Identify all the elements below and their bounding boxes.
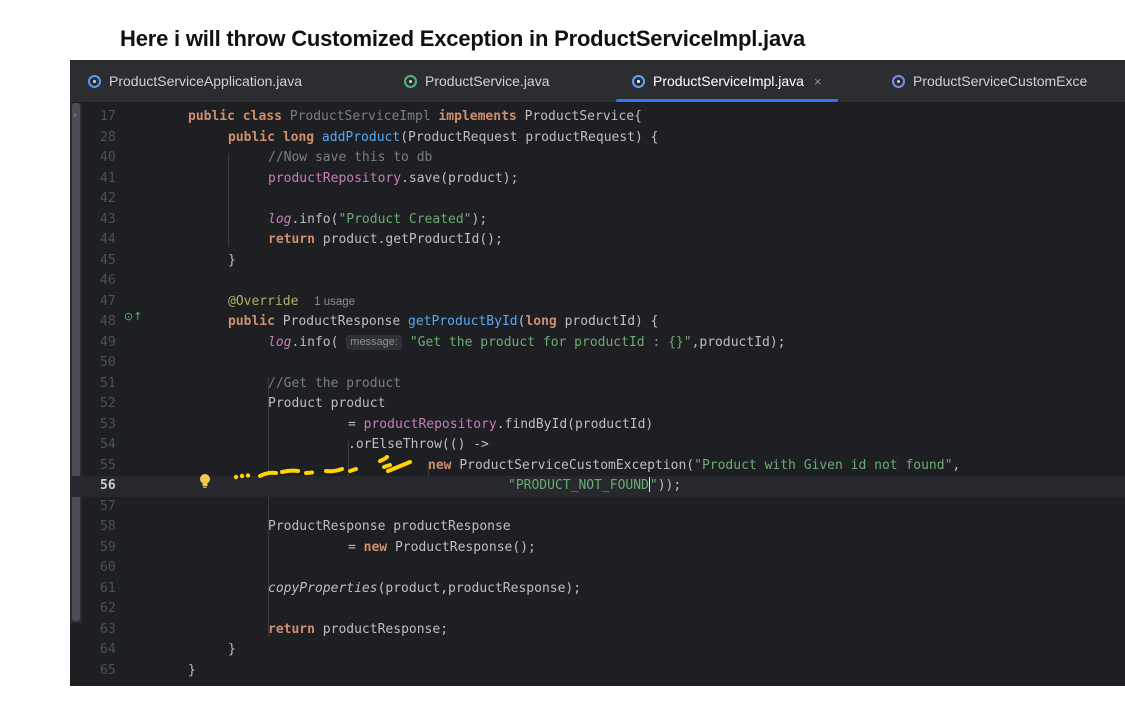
tab-label: ProductServiceApplication.java [109, 73, 302, 89]
close-tab-icon[interactable]: × [814, 74, 822, 89]
code-line: 62 [100, 601, 116, 616]
code-line: 42 [100, 191, 116, 206]
annotation-dashed-marker [233, 455, 412, 480]
exception-class-icon [892, 74, 905, 88]
spring-app-icon [88, 74, 101, 88]
tab-product-service-custom-exception[interactable]: ProductServiceCustomExce [892, 60, 1087, 102]
tab-product-service-impl[interactable]: ProductServiceImpl.java × [616, 60, 838, 102]
code-line: 51//Get the product [100, 375, 402, 391]
code-line: 43 log.info("Product Created"); [100, 211, 488, 227]
tab-product-service-application[interactable]: ProductServiceApplication.java [88, 60, 302, 102]
code-line: 55 new ProductServiceCustomException("Pro… [100, 457, 961, 473]
class-icon [632, 74, 645, 88]
code-line: 41 productRepository.save(product); [100, 170, 519, 186]
code-line: 17 public class ProductServiceImpl implem… [100, 109, 642, 124]
code-line: 53 = productRepository.findById(productId… [100, 416, 654, 432]
code-line: 64} [100, 642, 236, 657]
interface-icon [404, 74, 417, 88]
code-line: 50 [100, 355, 116, 370]
tab-label: ProductService.java [425, 73, 550, 89]
ide-editor-window: ProductServiceApplication.java ProductSe… [70, 60, 1125, 686]
code-line: 28 public long addProduct(ProductRequest … [100, 129, 659, 145]
usage-hint[interactable]: 1 usage [314, 296, 355, 308]
code-line: 48 public ProductResponse getProductById(… [100, 314, 659, 329]
code-line: 60 [100, 560, 116, 575]
implements-method-icon[interactable]: ⊙↑ [124, 310, 142, 323]
tab-label: ProductServiceCustomExce [913, 73, 1088, 89]
tab-product-service[interactable]: ProductService.java [404, 60, 550, 102]
code-line: 65} [100, 662, 196, 678]
code-line-current: 56 "PRODUCT_NOT_FOUND")); [70, 476, 1125, 497]
code-line: 49 log.info( message: "Get the product fo… [100, 334, 786, 350]
code-line: 40//Now save this to db [100, 150, 433, 165]
tab-label: ProductServiceImpl.java [653, 73, 804, 89]
code-line: 47 @Override 1 usage [100, 293, 356, 309]
code-line: 46 [100, 273, 116, 288]
annotation-heading: Here i will throw Customized Exception i… [120, 26, 806, 51]
lightbulb-icon[interactable] [198, 473, 212, 489]
code-line: 63 return productResponse; [100, 621, 449, 637]
code-line: 52 Product product [100, 396, 386, 411]
code-line: 44 return product.getProductId(); [100, 232, 503, 247]
editor-tab-bar: ProductServiceApplication.java ProductSe… [70, 60, 1125, 103]
code-line: 61 copyProperties(product,productResponse… [100, 580, 582, 596]
active-tab-indicator [616, 99, 838, 102]
code-line: 45} [100, 252, 236, 268]
inlay-parameter-hint: message: [346, 334, 402, 350]
code-line: 54 .orElseThrow(() -> [100, 437, 489, 452]
code-line: 58 ProductResponse productResponse [100, 519, 511, 534]
code-line: 57 [100, 498, 116, 514]
code-line: 59 = new ProductResponse(); [100, 539, 536, 555]
